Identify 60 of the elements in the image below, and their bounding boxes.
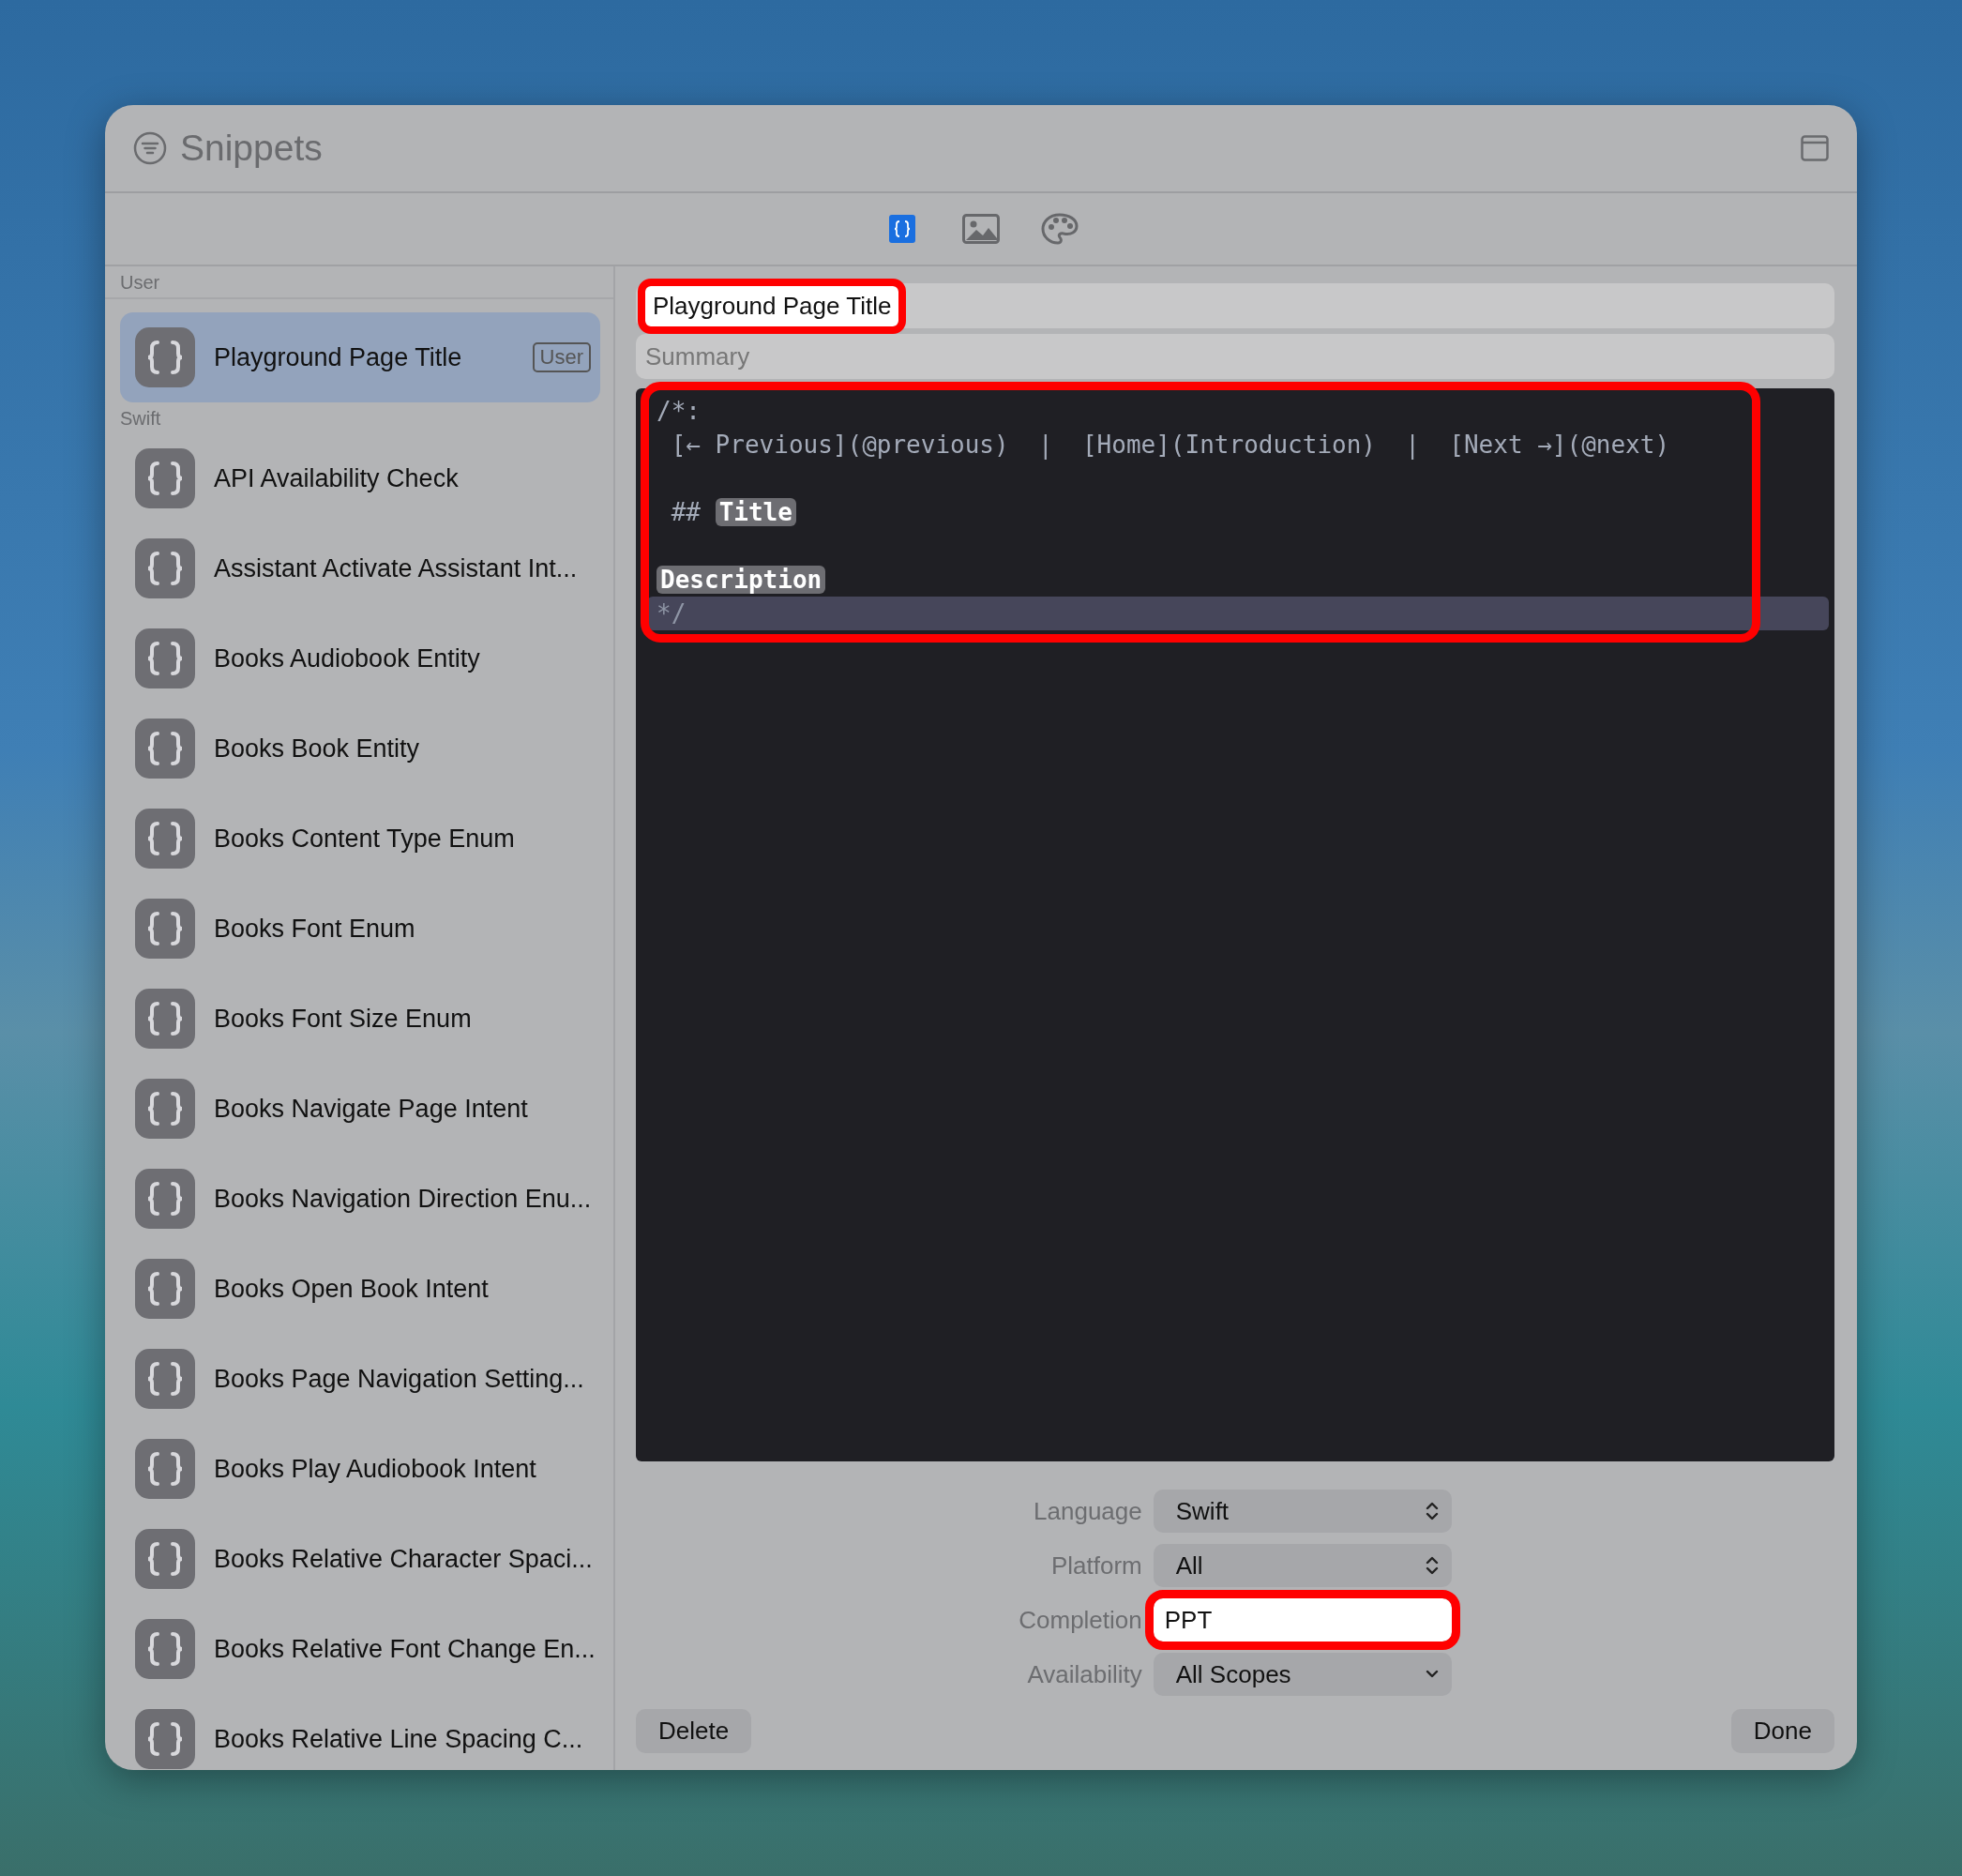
braces-icon — [135, 1349, 195, 1409]
snippet-item[interactable]: Books Relative Character Spaci... — [120, 1514, 600, 1604]
updown-chevron-icon — [1425, 1501, 1439, 1521]
filter-icon[interactable] — [133, 131, 167, 165]
code-line: [← Previous](@previous) | [Home](Introduction) | [Next →](@next) — [670, 430, 1671, 461]
window-title: Snippets — [180, 128, 324, 169]
braces-icon — [135, 1619, 195, 1679]
chevron-down-icon — [1425, 1670, 1439, 1679]
setting-label: Language — [1034, 1496, 1142, 1526]
braces-icon — [135, 1259, 195, 1319]
done-button[interactable]: Done — [1730, 1709, 1834, 1753]
setting-label: Platform — [1050, 1551, 1142, 1581]
toolbar-tab[interactable] — [962, 212, 1000, 246]
snippet-item[interactable]: Books Navigation Direction Enu... — [120, 1154, 600, 1244]
code-line: ## Title — [647, 495, 1754, 529]
braces-icon — [135, 899, 195, 959]
braces-icon — [135, 327, 195, 387]
braces-icon — [135, 1439, 195, 1499]
title-field[interactable]: Playground Page Title — [636, 283, 1834, 328]
snippet-item[interactable]: Books Navigate Page Intent — [120, 1064, 600, 1154]
setting-label: Completion — [1019, 1605, 1142, 1635]
palette-icon — [1041, 213, 1079, 245]
updown-chevron-icon — [1425, 1555, 1439, 1576]
braces-icon — [135, 448, 195, 508]
braces-icon — [135, 719, 195, 779]
user-tag: User — [532, 342, 591, 372]
snippet-item[interactable]: Playground Page Title User — [120, 312, 600, 402]
section-header: User — [105, 266, 613, 299]
code-line: Description — [647, 563, 1754, 597]
snippet-item[interactable]: Books Relative Line Spacing C... — [120, 1694, 600, 1770]
snippet-item[interactable]: API Availability Check — [120, 433, 600, 523]
snippet-item[interactable]: Books Content Type Enum — [120, 794, 600, 884]
code-line: /*: — [656, 396, 702, 427]
delete-button[interactable]: Delete — [636, 1709, 752, 1753]
popup-button[interactable]: All Scopes — [1153, 1653, 1452, 1696]
braces-icon — [135, 989, 195, 1049]
braces-icon — [135, 1529, 195, 1589]
snippet-item[interactable]: Books Relative Font Change En... — [120, 1604, 600, 1694]
setting-label: Availability — [1027, 1659, 1142, 1689]
snippet-item[interactable]: Books Audiobook Entity — [120, 613, 600, 704]
snippet-item[interactable]: Books Play Audiobook Intent — [120, 1424, 600, 1514]
snippet-item[interactable]: Books Open Book Intent — [120, 1244, 600, 1334]
snippet-item[interactable]: Books Book Entity — [120, 704, 600, 794]
braces-icon — [135, 1169, 195, 1229]
braces-icon — [135, 538, 195, 598]
popup-button[interactable]: Swift — [1153, 1490, 1452, 1533]
braces-icon — [135, 628, 195, 688]
braces-icon — [135, 1709, 195, 1769]
snippet-item[interactable]: Assistant Activate Assistant Int... — [120, 523, 600, 613]
braces-icon — [135, 1079, 195, 1139]
popup-button[interactable]: All — [1153, 1544, 1452, 1587]
image-icon — [962, 214, 1000, 244]
toolbar-tab[interactable] — [1041, 212, 1079, 246]
snippet-item[interactable]: Books Font Enum — [120, 884, 600, 974]
braces-icon — [889, 215, 915, 243]
braces-icon — [135, 809, 195, 869]
snippet-item[interactable]: Books Font Size Enum — [120, 974, 600, 1064]
snippet-item[interactable]: Books Page Navigation Setting... — [120, 1334, 600, 1424]
section-header: Swift — [120, 407, 162, 431]
window-icon[interactable] — [1801, 135, 1829, 161]
